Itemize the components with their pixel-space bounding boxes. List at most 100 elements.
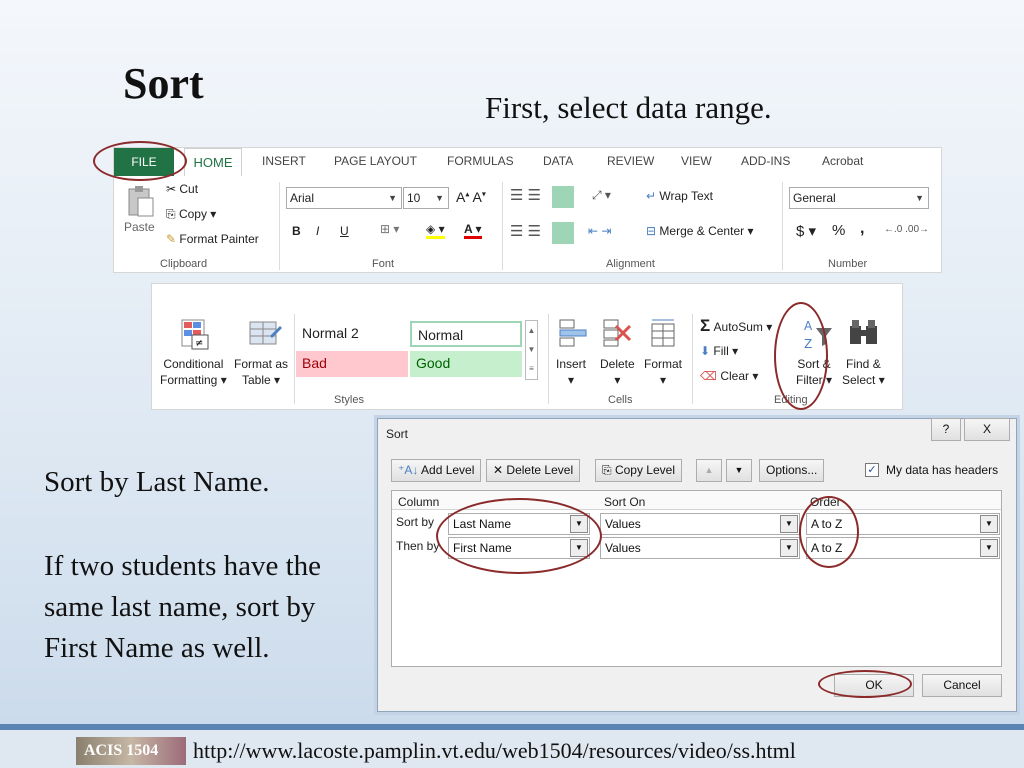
insert-cells-icon[interactable]	[558, 318, 588, 348]
highlight-sort-filter	[774, 302, 828, 410]
indent-icon[interactable]: ⇤ ⇥	[588, 224, 611, 238]
copy-level-button[interactable]: ⎘ Copy Level	[595, 459, 682, 482]
bold-button[interactable]: B	[292, 224, 301, 238]
format-cells-icon[interactable]	[648, 316, 678, 348]
svg-text:≠: ≠	[195, 338, 203, 349]
chevron-down-icon: ▼	[915, 193, 924, 203]
eraser-icon: ⌫	[700, 369, 717, 383]
style-normal-2[interactable]: Normal 2	[296, 321, 408, 347]
note-sort-first-name: If two students have the same last name,…	[44, 550, 322, 664]
italic-button[interactable]: I	[316, 224, 319, 238]
tab-formulas[interactable]: FORMULAS	[447, 154, 514, 168]
clear-button[interactable]: ⌫ Clear ▾	[700, 368, 758, 384]
fill-color-icon[interactable]: ◈ ▾	[426, 222, 445, 239]
cut-label: Cut	[179, 182, 199, 196]
font-group-label: Font	[372, 258, 395, 270]
tab-data[interactable]: DATA	[543, 154, 573, 168]
conditional-formatting-icon[interactable]: ≠	[180, 318, 214, 352]
excel-ribbon-home: FILE HOME INSERT PAGE LAYOUT FORMULAS DA…	[113, 147, 942, 273]
divider	[502, 182, 503, 270]
paste-label[interactable]: Paste	[124, 220, 155, 234]
divider	[279, 182, 280, 270]
format-as-table-icon[interactable]	[248, 318, 282, 352]
tab-home[interactable]: HOME	[184, 148, 242, 176]
tab-view[interactable]: VIEW	[681, 154, 712, 168]
insert-button[interactable]: Insert ▾	[556, 356, 586, 388]
options-button[interactable]: Options...	[759, 459, 825, 482]
divider	[294, 314, 295, 404]
comma-button[interactable]: ,	[860, 220, 864, 238]
copy-button[interactable]: ⎘ Copy ▾	[166, 207, 216, 222]
delete-level-button[interactable]: ✕ Delete Level	[486, 459, 581, 482]
highlight-order-selects	[799, 496, 859, 568]
close-button[interactable]: X	[964, 418, 1010, 441]
then-by-sort-on-select[interactable]: Values ▼	[600, 537, 800, 559]
course-badge: ACIS 1504	[76, 737, 186, 765]
format-as-table-button[interactable]: Format as Table ▾	[234, 356, 288, 388]
number-format-combo[interactable]: General ▼	[789, 187, 929, 209]
delete-x-icon: ✕	[493, 463, 504, 477]
move-down-button[interactable]: ▼	[726, 459, 752, 482]
footer-url: http://www.lacoste.pamplin.vt.edu/web150…	[193, 738, 796, 763]
top-align-icon[interactable]: ☰ ☰	[510, 186, 541, 204]
style-bad[interactable]: Bad	[296, 351, 408, 377]
help-button[interactable]: ?	[931, 418, 961, 441]
conditional-formatting-button[interactable]: Conditional Formatting ▾	[160, 356, 227, 388]
move-up-button[interactable]: ▲	[696, 459, 722, 482]
style-good[interactable]: Good	[410, 351, 522, 377]
find-select-button[interactable]: Find & Select ▾	[842, 356, 885, 388]
chevron-down-icon: ▼	[980, 515, 998, 533]
grow-font-icon[interactable]: A▴ A▾	[456, 189, 486, 205]
align-right-icon[interactable]	[552, 222, 574, 244]
delete-cells-icon[interactable]	[602, 318, 632, 348]
font-name-combo[interactable]: Arial ▼	[286, 187, 402, 209]
style-normal[interactable]: Normal	[410, 321, 522, 347]
tab-page-layout[interactable]: PAGE LAYOUT	[334, 154, 417, 168]
currency-button[interactable]: $ ▾	[796, 222, 816, 240]
styles-scroll[interactable]: ▲ ▼ ≡	[525, 320, 538, 380]
cancel-button[interactable]: Cancel	[922, 674, 1002, 697]
orientation-icon[interactable]: ⤢ ▾	[592, 188, 611, 203]
add-level-icon: ⁺A↓	[398, 463, 419, 477]
paintbrush-icon: ✎	[166, 232, 177, 246]
dialog-title: Sort	[386, 427, 409, 441]
column-header: Column	[398, 495, 440, 509]
delete-button[interactable]: Delete ▾	[600, 356, 635, 388]
format-painter-button[interactable]: ✎ Format Painter	[166, 232, 259, 246]
align-left-icon[interactable]: ☰ ☰	[510, 222, 541, 240]
number-group-label: Number	[828, 258, 868, 270]
tab-acrobat[interactable]: Acrobat	[822, 154, 863, 168]
decimal-icon[interactable]: ←.0 .00→	[884, 224, 929, 235]
borders-icon[interactable]: ⊞ ▾	[380, 222, 399, 236]
fill-button[interactable]: ⬇ Fill ▾	[700, 343, 738, 359]
format-button[interactable]: Format ▾	[644, 356, 682, 388]
percent-button[interactable]: %	[832, 222, 845, 239]
font-size-combo[interactable]: 10 ▼	[403, 187, 449, 209]
wrap-text-icon: ↵	[646, 189, 657, 203]
divider	[782, 182, 783, 270]
middle-align-icon[interactable]	[552, 186, 574, 208]
wrap-text-button[interactable]: ↵ Wrap Text	[646, 189, 713, 203]
tab-add-ins[interactable]: ADD-INS	[741, 154, 790, 168]
cut-button[interactable]: ✂ Cut	[166, 182, 198, 196]
headers-checkbox[interactable]: ✓	[865, 463, 879, 477]
binoculars-icon[interactable]	[848, 318, 880, 348]
sort-by-label: Sort by	[396, 515, 435, 529]
paste-icon[interactable]	[126, 184, 156, 218]
sigma-icon: Σ	[700, 316, 711, 335]
slide-title: Sort	[123, 59, 204, 108]
font-color-icon[interactable]: A ▾	[464, 222, 482, 239]
highlight-file-tab	[93, 141, 187, 181]
headers-label: My data has headers	[886, 463, 999, 477]
chevron-down-icon: ▼	[780, 515, 798, 533]
fill-down-icon: ⬇	[700, 344, 711, 358]
clipboard-group-label: Clipboard	[160, 258, 208, 270]
autosum-button[interactable]: Σ AutoSum ▾	[700, 316, 772, 335]
tab-insert[interactable]: INSERT	[262, 154, 306, 168]
add-level-button[interactable]: ⁺A↓ Add Level	[391, 459, 482, 482]
underline-button[interactable]: U	[340, 224, 349, 238]
merge-center-button[interactable]: ⊟ Merge & Center ▾	[646, 224, 753, 238]
tab-review[interactable]: REVIEW	[607, 154, 654, 168]
sort-by-sort-on-select[interactable]: Values ▼	[600, 513, 800, 535]
alignment-group-label: Alignment	[606, 258, 655, 270]
